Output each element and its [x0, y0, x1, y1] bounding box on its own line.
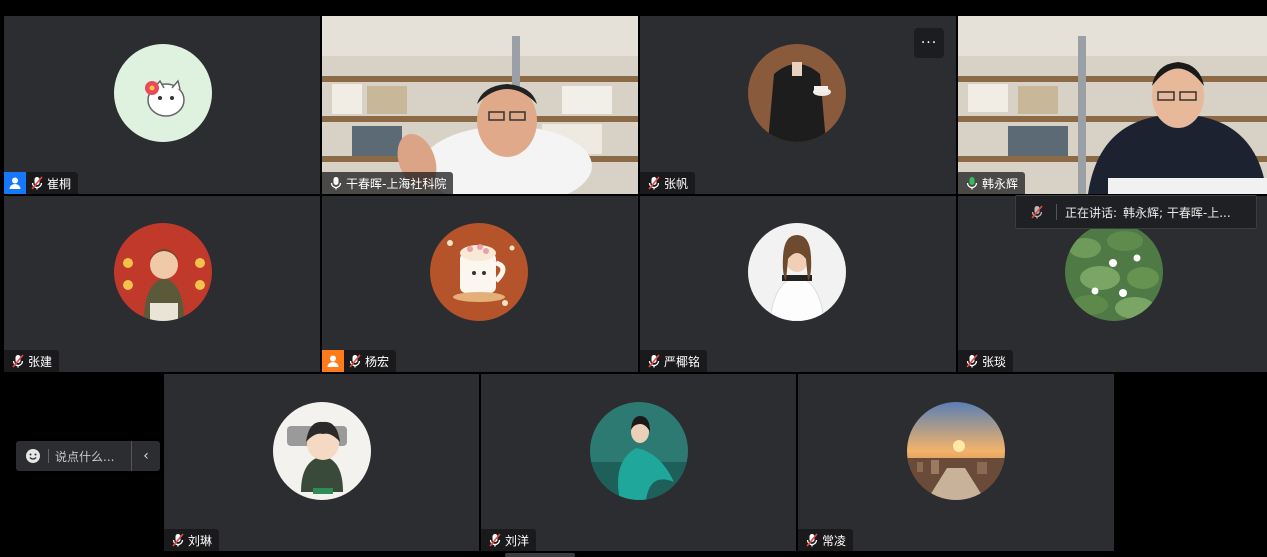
- mic-muted-icon: [804, 529, 820, 551]
- video-tile-yanghong[interactable]: 杨宏: [322, 196, 638, 372]
- divider: [1056, 204, 1057, 220]
- speaking-label: 正在讲话:: [1065, 205, 1118, 220]
- video-tile-liulin[interactable]: 刘琳: [164, 374, 479, 551]
- nameplate: 张建: [4, 350, 60, 372]
- nameplate: 张帆: [640, 172, 696, 194]
- participant-name: 严椰铭: [664, 354, 701, 369]
- avatar: [907, 402, 1005, 500]
- participant-video: [958, 16, 1267, 194]
- collapse-chevron-icon[interactable]: ‹: [131, 441, 160, 471]
- participant-name: 干春晖-上海社科院: [346, 176, 447, 191]
- avatar: [114, 223, 212, 321]
- participant-video: [322, 16, 638, 194]
- nameplate: 刘洋: [481, 529, 537, 551]
- mic-muted-icon: [646, 172, 662, 194]
- avatar: [430, 223, 528, 321]
- participant-name: 韩永辉: [982, 176, 1019, 191]
- avatar: [1065, 223, 1163, 321]
- nameplate: 刘琳: [164, 529, 220, 551]
- mic-muted-icon: [646, 350, 662, 372]
- chat-input-bar[interactable]: 说点什么... ‹: [16, 441, 160, 471]
- video-tile-zhangjian[interactable]: 张建: [4, 196, 320, 372]
- mic-muted-icon: [487, 529, 503, 551]
- video-tile-hanyonghui[interactable]: 韩永辉: [958, 16, 1267, 194]
- mic-muted-icon: [964, 350, 980, 372]
- avatar: [590, 402, 688, 500]
- participant-name: 常凌: [822, 533, 847, 548]
- participant-name: 杨宏: [365, 354, 390, 369]
- mic-muted-icon: [29, 172, 45, 194]
- video-tile-ganchunhui[interactable]: 干春晖-上海社科院: [322, 16, 638, 194]
- avatar: [114, 44, 212, 142]
- video-tile-yanyeming[interactable]: 严椰铭: [640, 196, 956, 372]
- video-tile-liuyang[interactable]: 刘洋: [481, 374, 796, 551]
- speaking-names: 韩永辉; 干春晖-上...: [1123, 205, 1231, 220]
- video-tile-zhangfan[interactable]: ··· 张帆: [640, 16, 956, 194]
- nameplate: 干春晖-上海社科院: [322, 172, 454, 194]
- participant-name: 张帆: [664, 176, 689, 191]
- nameplate: 杨宏: [322, 350, 397, 372]
- avatar: [748, 44, 846, 142]
- speaking-indicator: 正在讲话: 韩永辉; 干春晖-上...: [1015, 195, 1257, 229]
- chat-placeholder[interactable]: 说点什么...: [55, 448, 131, 465]
- video-tile-changling[interactable]: 常凌: [798, 374, 1114, 551]
- nameplate: 常凌: [798, 529, 854, 551]
- nameplate: 严椰铭: [640, 350, 708, 372]
- cohost-badge-icon: [322, 350, 344, 372]
- participant-name: 刘洋: [505, 533, 530, 548]
- mic-muted-icon: [10, 350, 26, 372]
- avatar: [748, 223, 846, 321]
- participant-name: 崔桐: [47, 176, 72, 191]
- mic-icon: [328, 172, 344, 194]
- video-tile-cuitong[interactable]: 崔桐: [4, 16, 320, 194]
- avatar: [273, 402, 371, 500]
- scrollbar[interactable]: [505, 553, 575, 557]
- participant-name: 刘琳: [188, 533, 213, 548]
- mic-muted-icon[interactable]: [1022, 205, 1052, 219]
- nameplate: 张琰: [958, 350, 1014, 372]
- participant-name: 张建: [28, 354, 53, 369]
- participant-name: 张琰: [982, 354, 1007, 369]
- emoji-icon[interactable]: [20, 448, 46, 464]
- mic-muted-icon: [170, 529, 186, 551]
- nameplate: 韩永辉: [958, 172, 1026, 194]
- mic-speaking-icon: [964, 172, 980, 194]
- more-options-button[interactable]: ···: [914, 28, 944, 58]
- divider: [48, 449, 49, 463]
- nameplate: 崔桐: [4, 172, 79, 194]
- host-badge-icon: [4, 172, 26, 194]
- mic-muted-icon: [347, 350, 363, 372]
